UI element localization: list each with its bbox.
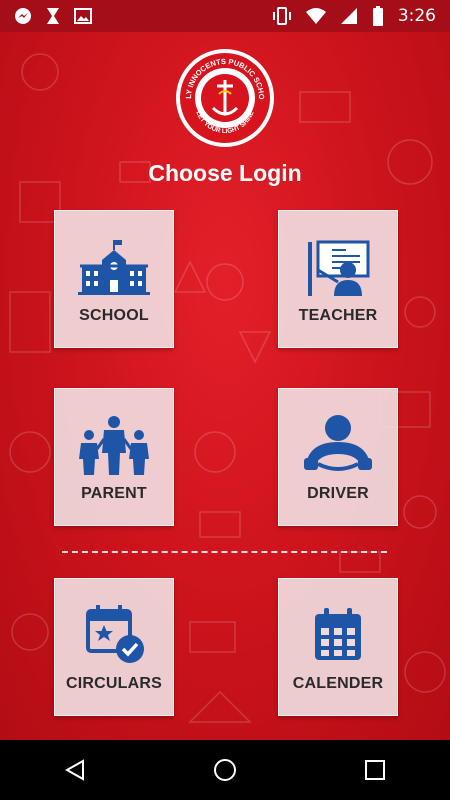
image-icon [74, 8, 92, 24]
navigation-bar [0, 740, 450, 800]
signal-icon [340, 8, 357, 24]
parent-login-tile[interactable]: PARENT [54, 388, 174, 526]
status-right: 3:26 [272, 6, 436, 26]
calendar-label: CALENDER [292, 675, 384, 692]
recents-icon [365, 760, 385, 780]
home-icon [214, 759, 236, 781]
teacher-login-tile[interactable]: TEACHER [278, 210, 398, 348]
back-button[interactable] [45, 750, 105, 790]
wifi-icon [305, 8, 326, 24]
hourglass-icon [47, 8, 59, 24]
driver-label: DRIVER [307, 485, 369, 502]
school-logo: HOLY INNOCENTS PUBLIC SCHOOL LET YOUR LI… [175, 48, 274, 147]
vibrate-icon [272, 7, 291, 25]
teacher-board-icon [308, 240, 370, 296]
back-icon [64, 759, 84, 781]
driver-steering-icon [304, 415, 372, 471]
login-screen: HOLY INNOCENTS PUBLIC SCHOOL LET YOUR LI… [0, 32, 450, 740]
home-button[interactable] [195, 750, 255, 790]
status-left [14, 7, 92, 25]
page-title: Choose Login [148, 160, 302, 186]
calendar-icon [315, 608, 361, 660]
calendar-tile[interactable]: CALENDER [278, 578, 398, 716]
circulars-tile[interactable]: CIRCULARS [54, 578, 174, 716]
status-time: 3:26 [397, 6, 436, 26]
battery-icon [372, 6, 383, 26]
circulars-label: CIRCULARS [65, 675, 163, 692]
school-label: SCHOOL [79, 307, 149, 324]
driver-login-tile[interactable]: DRIVER [278, 388, 398, 526]
parent-label: PARENT [81, 485, 147, 502]
family-icon [79, 416, 149, 475]
section-divider [62, 551, 387, 553]
teacher-label: TEACHER [298, 307, 378, 324]
school-building-icon [78, 240, 150, 295]
school-login-tile[interactable]: SCHOOL [54, 210, 174, 348]
calendar-star-check-icon [86, 605, 144, 663]
messenger-icon [15, 8, 31, 24]
status-bar: 3:26 [0, 0, 450, 32]
recents-button[interactable] [345, 750, 405, 790]
